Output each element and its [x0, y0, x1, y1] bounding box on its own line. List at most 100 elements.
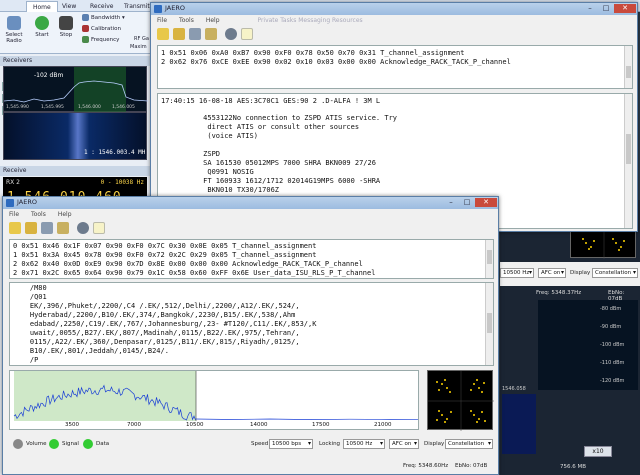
spectrum-tick: 7000 — [127, 422, 141, 428]
mini-spectrum[interactable]: -102 dBm 1,545.990 1,545.995 1,546.000 1… — [3, 66, 149, 113]
document-icon[interactable] — [241, 28, 253, 40]
right-display-select[interactable]: Constellation — [592, 268, 638, 278]
maximize-button[interactable]: □ — [460, 198, 474, 207]
frequency-label: Frequency — [91, 37, 120, 43]
signal-led — [49, 439, 59, 449]
folder-icon[interactable] — [189, 28, 201, 40]
bandwidth-label: Bandwidth — [91, 15, 121, 21]
bottom-log-scrollbar[interactable] — [485, 240, 493, 278]
right-wf-freq: 1546.058 — [502, 386, 526, 392]
bottom-log-line: 2 0x71 0x2C 0x65 0x64 0x90 0x79 0x1C 0x5… — [13, 269, 376, 277]
bottom-log-pane[interactable]: 0 0x51 0x46 0x1F 0x07 0x90 0xF0 0x7C 0x3… — [9, 239, 494, 279]
right-locking-select[interactable]: 10500 Hz — [500, 268, 534, 278]
speed-select[interactable]: 10500 bps — [269, 439, 313, 449]
data-led — [83, 439, 93, 449]
top-log-pane[interactable]: 1 0x51 0x06 0xA0 0xB7 0x90 0xF0 0x78 0x5… — [157, 45, 633, 89]
clear-icon[interactable] — [57, 222, 69, 234]
calibration-button[interactable]: Calibration — [82, 25, 121, 32]
maximize-button[interactable]: □ — [599, 4, 613, 13]
right-afc-select[interactable]: AFC on — [538, 268, 566, 278]
tab-receive[interactable]: Receive — [84, 1, 120, 12]
msg-line: BKN010 TX30/1706Z — [161, 186, 280, 194]
jaero-app-icon — [154, 5, 162, 13]
folder-icon[interactable] — [41, 222, 53, 234]
stop-button[interactable]: Stop — [54, 14, 78, 38]
volume-label: Volume — [26, 441, 47, 447]
right-dbm: -110 dBm — [600, 360, 625, 366]
top-log-line: 1 0x51 0x06 0xA0 0xB7 0x90 0xF0 0x78 0x5… — [161, 49, 465, 57]
broom-2-icon[interactable] — [25, 222, 37, 234]
menu-tools[interactable]: Tools — [31, 211, 46, 218]
select-radio-button[interactable]: Select Radio — [2, 14, 26, 44]
close-button[interactable]: ✕ — [475, 198, 497, 207]
locking-label: Locking — [319, 441, 341, 447]
close-button[interactable]: ✕ — [614, 4, 636, 13]
mini-spectrum-dbm: -102 dBm — [34, 72, 64, 79]
tab-view[interactable]: View — [56, 1, 82, 12]
play-icon — [35, 16, 49, 30]
maximize-label: Maxim — [130, 44, 147, 50]
msg-line: /Q01 — [13, 293, 47, 301]
broom-icon[interactable] — [157, 28, 169, 40]
signal-label: Signal — [62, 441, 79, 447]
tab-home[interactable]: Home — [26, 1, 58, 12]
mini-tick: 1,546.000 — [78, 105, 101, 110]
calibration-icon — [82, 25, 89, 32]
msg-line: Hyderabad/,2200/,B10/.EK/,374/,Bangkok/,… — [13, 311, 296, 319]
menu-help[interactable]: Help — [58, 211, 72, 218]
window-title: JAERO — [17, 198, 37, 206]
msg-line: EK/,396/,Phuket/,2200/,C4 /.EK/,512/,Del… — [13, 302, 300, 310]
mini-tick: 1,546.005 — [112, 105, 135, 110]
title-bar: JAERO – □ ✕ — [3, 197, 498, 209]
display-select[interactable]: Constellation — [445, 439, 493, 449]
right-dbm: -80 dBm — [600, 306, 622, 312]
menu-file[interactable]: File — [157, 17, 167, 24]
spectrum-tick: 10500 — [186, 422, 204, 428]
right-dbm: -100 dBm — [600, 342, 625, 348]
frequency-button[interactable]: Frequency — [82, 36, 119, 43]
window-title: JAERO — [165, 4, 185, 12]
clear-icon[interactable] — [205, 28, 217, 40]
background-panels: 10500 Hz AFC on Display Constellation Fr… — [500, 200, 640, 475]
status-ebno: EbNo: 07dB — [455, 463, 488, 469]
bandwidth-button[interactable]: Bandwidth ▾ — [82, 14, 125, 21]
msg-line: (voice ATIS) — [161, 132, 258, 140]
start-button[interactable]: Start — [30, 14, 54, 38]
spectrum-display[interactable]: 3500 7000 10500 14000 17500 21000 — [9, 370, 419, 430]
menu-file[interactable]: File — [9, 211, 19, 218]
broom-icon[interactable] — [9, 222, 21, 234]
broom-2-icon[interactable] — [173, 28, 185, 40]
menu-help[interactable]: Help — [206, 17, 220, 24]
toolbar — [3, 221, 498, 236]
menu-tools[interactable]: Tools — [179, 17, 194, 24]
right-display-label: Display — [570, 270, 591, 276]
status-freq: Freq: 5348.60Hz — [403, 463, 449, 469]
afc-select[interactable]: AFC on — [389, 439, 419, 449]
rx-name: RX 2 — [6, 179, 21, 186]
gear-icon[interactable] — [225, 28, 237, 40]
receive-header: Receive — [0, 166, 150, 176]
start-label: Start — [35, 32, 49, 38]
msg-line: 17:40:15 16-08-18 AES:3C70C1 GES:90 2 .D… — [161, 97, 381, 105]
top-log-line: 2 0x62 0x76 0xCE 0xEE 0x90 0x02 0x10 0x0… — [161, 58, 511, 66]
right-dbm: -120 dBm — [600, 378, 625, 384]
bottom-message-scrollbar[interactable] — [485, 283, 493, 365]
mini-tick: 1,545.995 — [41, 105, 64, 110]
frequency-icon — [82, 36, 89, 43]
msg-line: /M80 — [13, 284, 47, 292]
bottom-message-pane[interactable]: /M80 /Q01 EK/,396/,Phuket/,2200/,C4 /.EK… — [9, 282, 494, 366]
constellation-dots — [428, 371, 494, 431]
zoom-button[interactable]: x10 — [584, 446, 612, 457]
gear-icon[interactable] — [77, 222, 89, 234]
right-dbm: -90 dBm — [600, 324, 622, 330]
document-icon[interactable] — [93, 222, 105, 234]
msg-line: 0115/,A22/.EK/,360/,Denpasar/,0125/,B11/… — [13, 338, 300, 346]
spectrum-tick: 21000 — [374, 422, 392, 428]
locking-select[interactable]: 10500 Hz — [343, 439, 385, 449]
top-log-scrollbar[interactable] — [624, 46, 632, 88]
sdr-ribbon: Select Radio Start Stop Bandwidth ▾ Cali… — [0, 12, 160, 54]
top-message-scrollbar[interactable] — [624, 94, 632, 228]
select-radio-label: Select Radio — [5, 32, 23, 44]
minimize-button[interactable]: – — [444, 198, 458, 207]
minimize-button[interactable]: – — [583, 4, 597, 13]
